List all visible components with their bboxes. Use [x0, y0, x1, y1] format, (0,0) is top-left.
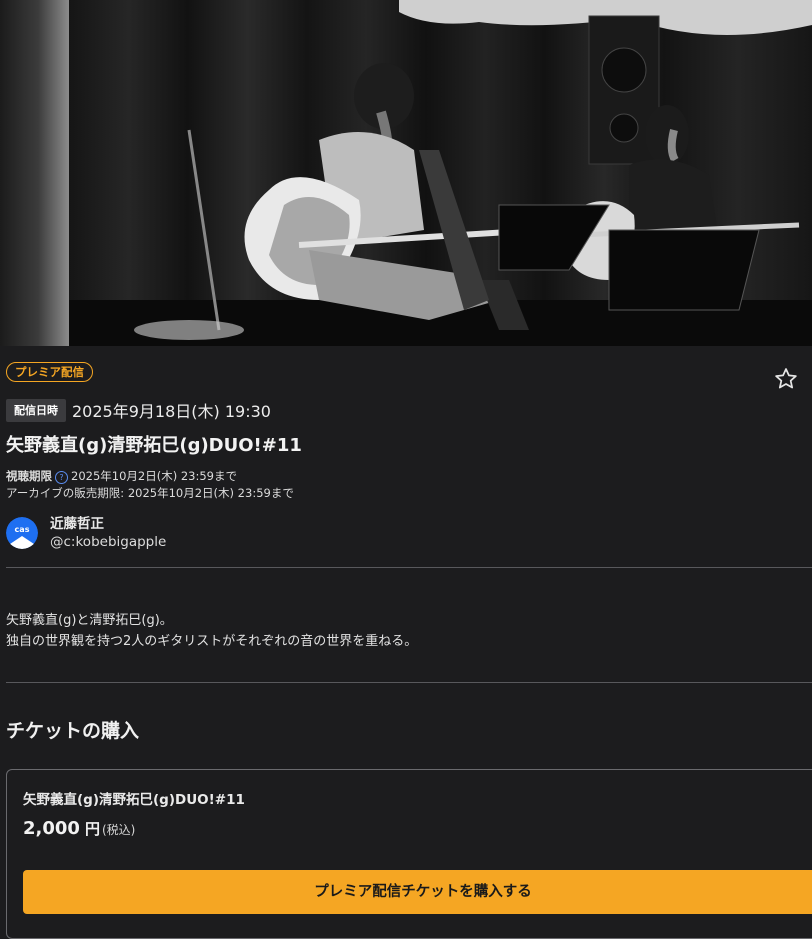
ticket-section-title: チケットの購入: [6, 720, 140, 742]
price-tax-note: (税込): [101, 823, 136, 837]
ticket-card: 矢野義直(g)清野拓巳(g)DUO!#11 2,000 円 (税込) プレミア配…: [6, 769, 812, 939]
avatar-text: cas: [15, 525, 30, 534]
divider: [6, 567, 812, 568]
viewing-period-value: 2025年10月2日(木) 23:59まで: [71, 469, 237, 483]
broadcast-date-label: 配信日時: [6, 398, 66, 422]
buy-ticket-button[interactable]: プレミア配信チケットを購入する: [23, 870, 812, 914]
event-description: 矢野義直(g)と清野拓巳(g)。 独自の世界観を持つ2人のギタリストがそれぞれの…: [6, 610, 417, 652]
ticket-price: 2,000 円 (税込): [23, 818, 135, 839]
description-line: 矢野義直(g)と清野拓巳(g)。: [6, 613, 173, 628]
channel-id[interactable]: @c:kobebigapple: [50, 533, 166, 551]
event-thumbnail: [0, 0, 812, 346]
description-line: 独自の世界観を持つ2人のギタリストがそれぞれの音の世界を重ねる。: [6, 634, 418, 649]
premier-badge-label: プレミア配信: [15, 365, 84, 379]
premier-badge: プレミア配信: [6, 362, 93, 382]
broadcast-date-value: 2025年9月18日(木) 19:30: [72, 402, 271, 421]
price-currency: 円: [84, 820, 100, 838]
performance-photo: [69, 0, 812, 346]
event-title: 矢野義直(g)清野拓巳(g)DUO!#11: [6, 435, 302, 456]
broadcast-date-row: 配信日時 2025年9月18日(木) 19:30: [6, 398, 271, 422]
star-icon[interactable]: [773, 366, 799, 392]
divider: [6, 682, 812, 683]
archive-sale-period: アーカイブの販売期限: 2025年10月2日(木) 23:59まで: [6, 486, 294, 500]
viewing-period-row: 視聴期限? 2025年10月2日(木) 23:59まで: [6, 468, 294, 485]
thumbnail-left-edge: [0, 0, 69, 346]
viewing-period-label: 視聴期限: [6, 469, 52, 483]
channel-name[interactable]: 近藤哲正: [50, 515, 166, 533]
ticket-name: 矢野義直(g)清野拓巳(g)DUO!#11: [23, 792, 245, 808]
channel-avatar[interactable]: cas: [6, 517, 38, 549]
viewing-period-block: 視聴期限? 2025年10月2日(木) 23:59まで アーカイブの販売期限: 2…: [6, 468, 294, 502]
price-amount: 2,000: [23, 818, 80, 839]
channel-info[interactable]: cas 近藤哲正 @c:kobebigapple: [6, 515, 166, 551]
help-icon[interactable]: ?: [55, 471, 68, 484]
